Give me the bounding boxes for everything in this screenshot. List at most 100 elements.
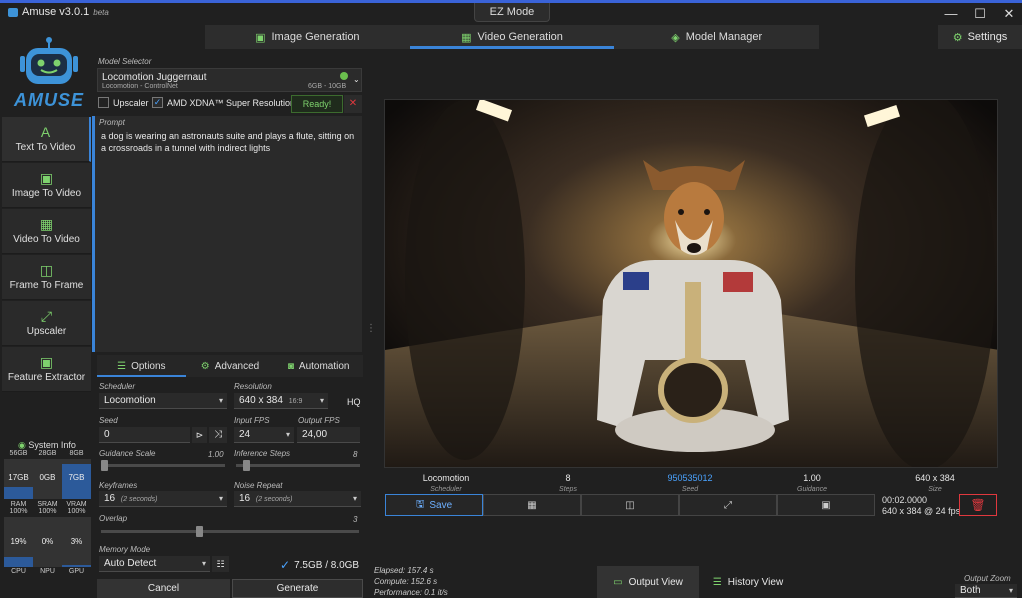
keyframes-dropdown[interactable]: 16 (2 seconds) ▾ [99, 491, 227, 507]
prompt-textarea[interactable]: Prompt a dog is wearing an astronauts su… [92, 116, 362, 352]
meta-label: Seed [681, 486, 699, 493]
gear-icon: ⚙ [952, 31, 963, 44]
send-to-upscaler-button[interactable]: ⤢ [679, 494, 777, 516]
overlap-slider[interactable] [101, 530, 359, 533]
video-info: 00:02.0000 640 x 384 @ 24 fps [882, 495, 960, 517]
overlap-slider-thumb[interactable] [196, 526, 204, 537]
list-icon: ☰ [712, 576, 722, 588]
output-fps-label: Output FPS [298, 416, 340, 425]
expand-icon: ⤢ [40, 308, 53, 324]
close-window-button[interactable]: ✕ [994, 3, 1022, 25]
nav-video-to-video[interactable]: ▦ Video To Video [2, 209, 91, 254]
app-mini-icon [8, 7, 18, 17]
output-fps-input[interactable]: 24,00 [297, 427, 360, 443]
output-zoom-dropdown[interactable]: Both ▾ [955, 584, 1017, 598]
memory-mode-dropdown[interactable]: Auto Detect ▾ [99, 556, 210, 572]
usage-gauge-fill [4, 557, 33, 567]
usage-gauge-value: 0% [41, 537, 54, 546]
output-video-preview[interactable] [384, 99, 998, 468]
system-stat-column: 8GB 7GB VRAM 100% 3% GPU [62, 450, 91, 575]
stat-name: VRAM [66, 501, 87, 508]
tab-model-manager[interactable]: ◈ Model Manager [614, 25, 819, 49]
memory-gauge-fill [4, 487, 33, 499]
tab-video-generation[interactable]: ▦ Video Generation [409, 25, 615, 49]
nav-image-to-video[interactable]: ▣ Image To Video [2, 163, 91, 208]
usage-gauge-value: 3% [70, 537, 83, 546]
model-selector-dropdown[interactable]: Locomotion Juggernaut Locomotion - Contr… [97, 68, 362, 92]
generate-button[interactable]: Generate [232, 579, 363, 598]
guidance-slider-thumb[interactable] [101, 460, 108, 471]
film-icon: ▦ [39, 216, 54, 232]
main-tabs: ▣ Image Generation ▦ Video Generation ◈ … [205, 25, 819, 49]
meta-value[interactable]: 950535012 [640, 473, 740, 483]
chevron-down-icon: ▾ [201, 559, 206, 568]
monitor-icon: ▭ [613, 576, 623, 588]
overlap-value: 3 [353, 515, 358, 524]
resolution-dropdown[interactable]: 640 x 384 16:9 ▾ [234, 393, 328, 409]
inference-slider-thumb[interactable] [243, 460, 251, 471]
tab-advanced[interactable]: ⚙ Advanced [186, 355, 275, 377]
noise-repeat-label: Noise Repeat [234, 481, 283, 490]
tab-options[interactable]: ☰ Options [97, 355, 186, 377]
ez-mode-button[interactable]: EZ Mode [474, 3, 550, 22]
nav-feature-extractor[interactable]: ▣ Feature Extractor [2, 347, 91, 392]
chevron-down-icon: ⌄ [353, 75, 360, 84]
performance: Performance: 0.1 it/s [374, 588, 448, 597]
inference-slider[interactable] [236, 464, 360, 467]
image-icon: ▣ [39, 354, 54, 370]
output-view-button[interactable]: ▭ Output View [597, 566, 699, 598]
shuffle-icon[interactable]: ⤨ [209, 427, 227, 443]
minimize-button[interactable]: — [936, 3, 966, 25]
generation-stats: Elapsed: 157.4 s Compute: 152.6 s Perfor… [374, 565, 448, 598]
nav-text-to-video[interactable]: A Text To Video [2, 117, 91, 162]
trash-icon[interactable]: 🗑 [959, 494, 997, 516]
chevron-down-icon: ▾ [319, 396, 324, 405]
beta-label: beta [93, 7, 109, 17]
check-circle-icon: ✓ [280, 558, 291, 572]
frames-icon: ◫ [39, 262, 54, 278]
save-icon: 🖫 [415, 498, 425, 510]
cancel-button[interactable]: Cancel [97, 579, 230, 598]
model-name: Locomotion Juggernaut [102, 72, 207, 83]
stat-percent: 100% [9, 508, 28, 515]
super-resolution-checkbox-row[interactable]: ✓ AMD XDNA™ Super Resolution [152, 97, 295, 108]
maximize-button[interactable]: ☐ [965, 3, 995, 25]
memory-gauge: 0GB [33, 459, 62, 499]
nav-frame-to-frame[interactable]: ◫ Frame To Frame [2, 255, 91, 300]
upscaler-checkbox-row[interactable]: Upscaler [98, 97, 149, 108]
check-icon[interactable]: ✓ [152, 97, 163, 108]
send-to-frames-button[interactable]: ◫ [581, 494, 679, 516]
keyframes-label: Keyframes [99, 481, 138, 490]
stat-capacity: 56GB [9, 450, 28, 457]
app-title: Amuse v3.0.1 beta [8, 6, 109, 18]
seed-lock-icon[interactable]: ⊳ [192, 427, 207, 443]
tab-image-generation[interactable]: ▣ Image Generation [205, 25, 410, 49]
scheduler-label: Scheduler [99, 382, 136, 391]
usage-gauge: 3% [62, 517, 91, 567]
overlap-label: Overlap [99, 514, 128, 523]
video-format: 640 x 384 @ 24 fps [882, 506, 961, 516]
prompt-text: a dog is wearing an astronauts suite and… [101, 131, 355, 153]
image-icon: ▣ [821, 499, 831, 511]
nav-upscaler[interactable]: ⤢ Upscaler [2, 301, 91, 346]
upscaler-checkbox[interactable] [98, 97, 109, 108]
meta-value: 1.00 [803, 473, 821, 483]
usage-gauge: 0% [33, 517, 62, 567]
splitter-handle-icon[interactable]: ⋮ [366, 323, 376, 334]
input-fps-dropdown[interactable]: 24 ▾ [234, 427, 294, 443]
send-to-extractor-button[interactable]: ▣ [777, 494, 875, 516]
tab-automation[interactable]: ◙ Automation [274, 355, 363, 377]
memory-usage: ✓ 7.5GB / 8.0GB [280, 558, 360, 572]
history-view-button[interactable]: ☰ History View [699, 566, 797, 598]
guidance-slider[interactable] [101, 464, 225, 467]
settings-button[interactable]: ⚙ Settings [938, 25, 1022, 49]
send-to-video-button[interactable]: ▦ [483, 494, 581, 516]
hq-toggle[interactable]: HQ [347, 397, 361, 407]
save-button[interactable]: 🖫 Save [385, 494, 483, 516]
close-icon[interactable]: ✕ [344, 95, 362, 113]
ready-status: Ready! [291, 95, 343, 113]
memory-settings-icon[interactable]: ☷ [212, 556, 229, 572]
scheduler-dropdown[interactable]: Locomotion ▾ [99, 393, 227, 409]
noise-repeat-dropdown[interactable]: 16 (2 seconds) ▾ [234, 491, 361, 507]
seed-input[interactable]: 0 [99, 427, 190, 443]
